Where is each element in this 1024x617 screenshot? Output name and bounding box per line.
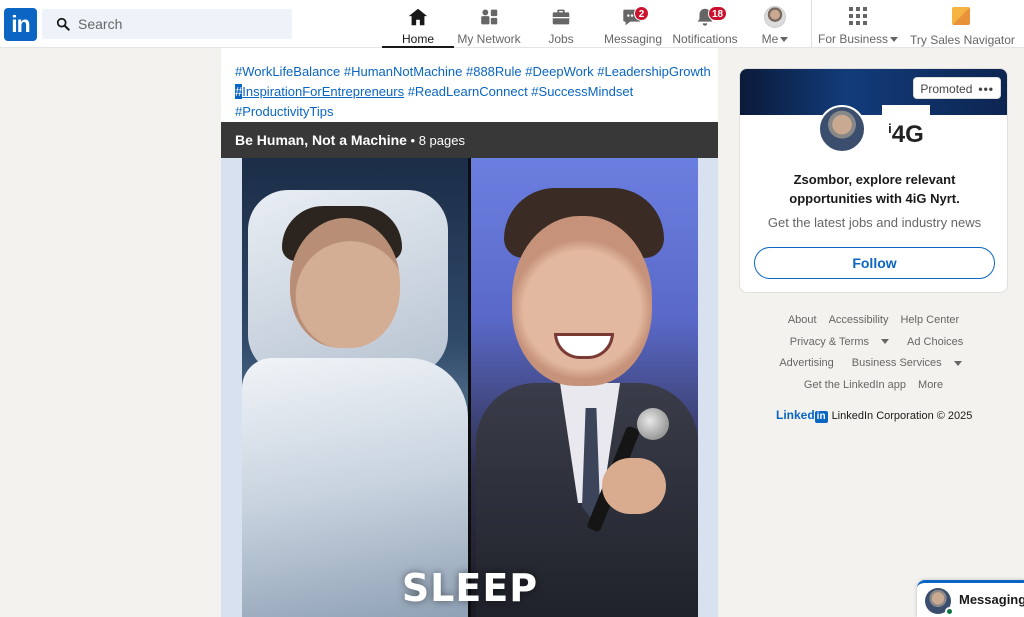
footer-link-more[interactable]: More <box>918 379 943 391</box>
company-logo[interactable]: i4G <box>882 105 930 153</box>
nav-home-label: Home <box>401 32 434 46</box>
network-icon <box>481 9 498 25</box>
footer-link-advertising[interactable]: Advertising <box>779 357 833 369</box>
nav-sales-navigator[interactable]: Try Sales Navigator <box>910 4 1015 48</box>
chevron-down-icon <box>780 37 789 43</box>
footer-link-accessibility[interactable]: Accessibility <box>829 314 889 326</box>
privacy-terms-label: Privacy & Terms <box>789 335 869 348</box>
company-logo-text: 4G <box>891 121 924 148</box>
chevron-down-icon <box>953 360 962 366</box>
nav-my-network-label: My Network <box>457 32 521 46</box>
promoted-text: Promoted <box>920 82 973 96</box>
brand-word: Linked <box>776 408 815 422</box>
footer-link-get-app[interactable]: Get the LinkedIn app <box>804 379 906 391</box>
messaging-badge: 2 <box>634 6 649 21</box>
chevron-down-icon <box>881 339 889 345</box>
hashtags-line-2[interactable]: #ReadLearnConnect #SuccessMindset <box>404 84 633 99</box>
footer-link-help-center[interactable]: Help Center <box>900 314 959 326</box>
online-status-icon <box>945 607 954 616</box>
footer-linkedin-logo: Linked in <box>776 408 832 423</box>
nav-notifications[interactable]: 18 Notifications <box>672 4 738 48</box>
copyright-text: LinkedIn Corporation © 2025 <box>831 410 973 422</box>
document-slide[interactable]: SLEEP <box>242 158 698 617</box>
nav-me[interactable]: Me <box>754 4 796 48</box>
hand-shape <box>602 458 666 514</box>
member-avatar <box>818 105 866 153</box>
business-services-label: Business Services <box>851 357 942 369</box>
document-header: Be Human, Not a Machine • 8 pages <box>221 122 718 158</box>
grid-icon <box>849 7 867 25</box>
nav-for-business-label: For Business <box>818 32 889 46</box>
footer-brand: Linked in LinkedIn Corporation © 2025 <box>776 408 972 423</box>
brand-in-box: in <box>814 411 828 423</box>
nav-messaging-label: Messaging <box>604 32 663 46</box>
sales-navigator-icon <box>952 7 970 25</box>
nav-home[interactable]: Home <box>382 4 454 48</box>
hashtags-line-1[interactable]: #WorkLifeBalance #HumanNotMachine #888Ru… <box>235 64 711 79</box>
nav-messaging[interactable]: 2 Messaging <box>604 4 663 48</box>
document-viewer[interactable]: SLEEP <box>221 158 718 617</box>
linkedin-logo[interactable]: in <box>4 8 37 41</box>
home-icon <box>408 8 428 26</box>
messaging-dock[interactable]: Messaging <box>917 580 1024 617</box>
footer-link-ad-choices[interactable]: Ad Choices <box>907 336 963 348</box>
footer-link-business-services[interactable]: Business Services <box>846 357 968 369</box>
document-pages: • 8 pages <box>406 133 465 148</box>
nav-jobs-label: Jobs <box>548 32 574 46</box>
head-shape-left <box>290 218 400 348</box>
nav-me-label: Me <box>761 32 779 46</box>
search-input[interactable] <box>78 9 283 39</box>
follow-button[interactable]: Follow <box>754 247 995 279</box>
footer-link-about[interactable]: About <box>788 314 817 326</box>
avatar <box>764 6 786 28</box>
nav-jobs[interactable]: Jobs <box>538 4 584 48</box>
jobs-icon <box>552 9 570 25</box>
slide-caption: SLEEP <box>401 566 539 610</box>
slide-divider <box>468 158 471 617</box>
footer-links: About Accessibility Help Center Privacy & … <box>739 310 1008 396</box>
nav-sales-navigator-label: Try Sales Navigator <box>910 33 1015 47</box>
nav-for-business[interactable]: For Business <box>818 4 899 48</box>
feed-post: #WorkLifeBalance #HumanNotMachine #888Ru… <box>221 48 718 617</box>
hashtags-line-3[interactable]: #ProductivityTips <box>235 104 334 119</box>
promoted-ad-card: Promoted ••• i4G Zsombor, explore relevan… <box>739 68 1008 293</box>
head-shape-right <box>512 216 652 386</box>
ad-title: Zsombor, explore relevant opportunities … <box>789 172 960 206</box>
chevron-down-icon <box>890 37 899 43</box>
microphone-icon <box>637 408 669 440</box>
search-icon <box>56 17 70 31</box>
hashtag-inspiration-link[interactable]: InspirationForEntrepreneurs <box>242 84 404 99</box>
search-bar[interactable] <box>42 9 292 39</box>
footer-link-privacy-terms[interactable]: Privacy & Terms <box>784 336 895 348</box>
nav-my-network[interactable]: My Network <box>456 4 522 48</box>
messaging-dock-label: Messaging <box>959 592 1024 607</box>
promoted-label[interactable]: Promoted ••• <box>913 77 1001 99</box>
global-nav: in Home My Network <box>0 0 1024 48</box>
notifications-badge: 18 <box>708 6 728 21</box>
nav-notifications-label: Notifications <box>672 32 738 46</box>
more-options-icon[interactable]: ••• <box>978 82 994 96</box>
nav-divider <box>811 0 812 48</box>
post-hashtags: #WorkLifeBalance #HumanNotMachine #888Ru… <box>235 62 715 122</box>
ad-subtitle: Get the latest jobs and industry news <box>767 215 982 230</box>
document-title: Be Human, Not a Machine <box>235 132 407 148</box>
